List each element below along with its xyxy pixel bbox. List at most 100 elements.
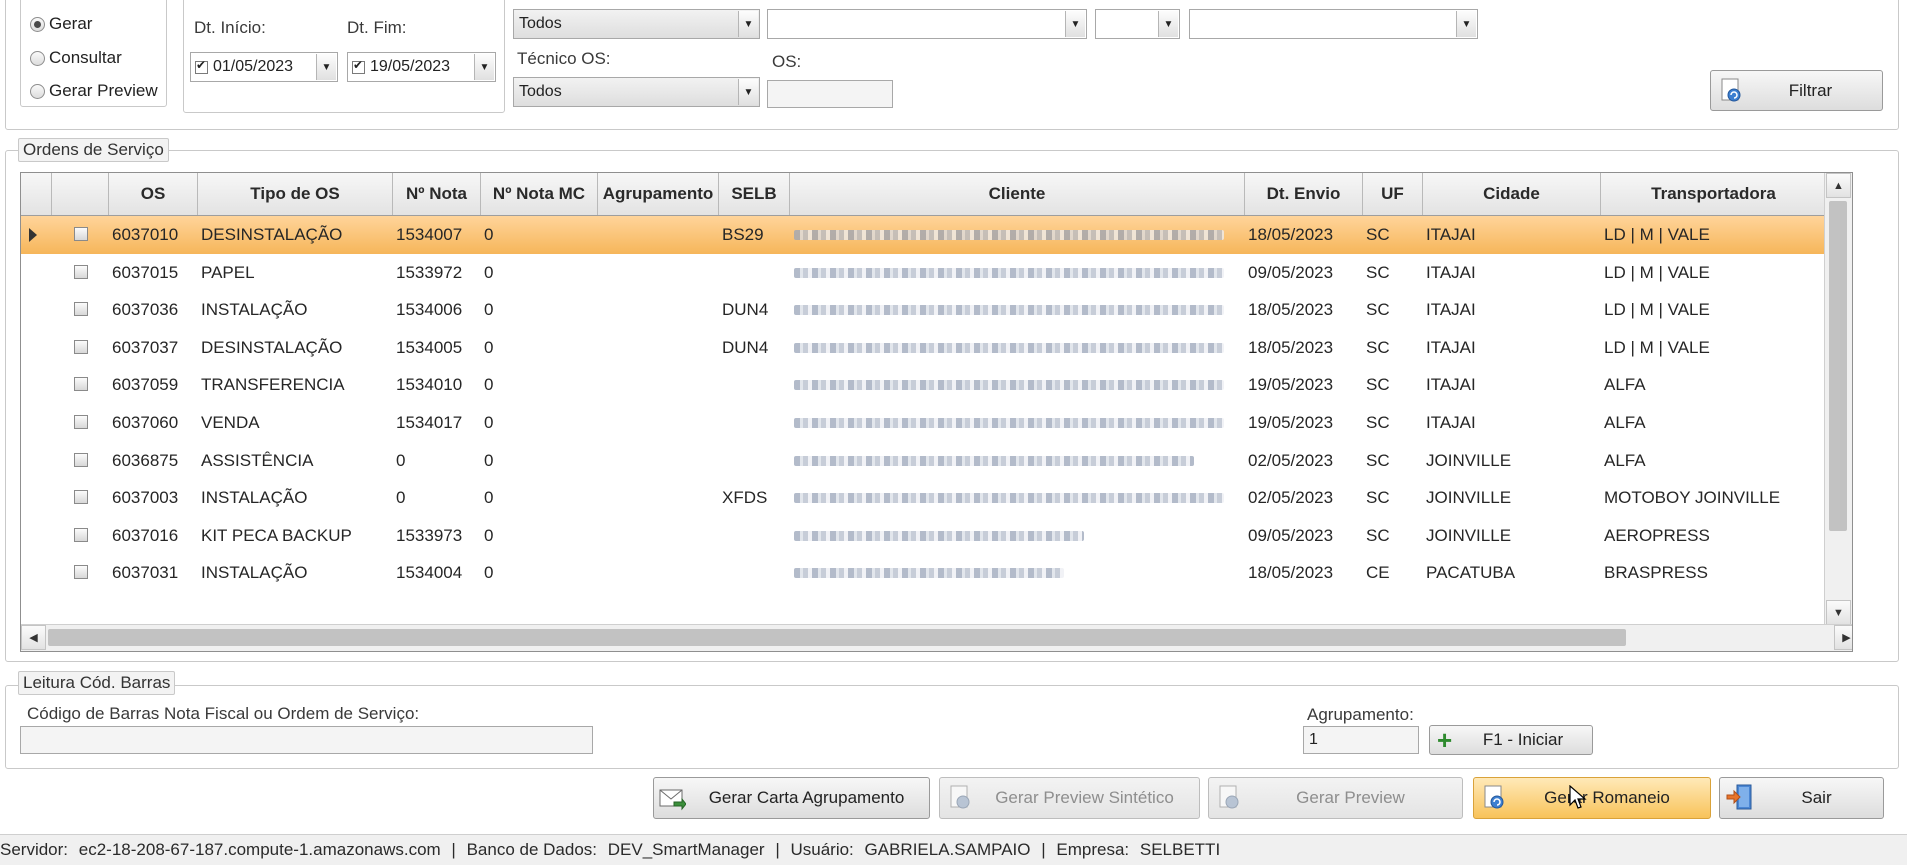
gerar-carta-button[interactable]: Gerar Carta Agrupamento: [653, 777, 930, 819]
row-checkbox[interactable]: [74, 452, 88, 467]
radio-gerar[interactable]: Gerar: [30, 14, 92, 34]
chevron-down-icon[interactable]: ▼: [1456, 11, 1476, 37]
chevron-down-icon[interactable]: ▼: [1158, 11, 1178, 37]
cell-agrup: [598, 254, 719, 292]
cell-transp: LD | M | VALE: [1604, 262, 1710, 282]
end-date-picker[interactable]: 19/05/2023 ▼: [347, 52, 496, 82]
gerar-carta-label: Gerar Carta Agrupamento: [708, 788, 905, 807]
cell-transp: LD | M | FLORIPA: [1601, 592, 1827, 598]
cell-uf: SC: [1366, 525, 1390, 545]
cell-nota-mc: 0: [484, 563, 494, 583]
cell-tipo: DESINSTALAÇÃO: [201, 337, 343, 357]
scroll-up-icon[interactable]: ▲: [1826, 173, 1851, 198]
row-checkbox[interactable]: [74, 339, 88, 354]
table-row[interactable]: 6037015 PAPEL 1533972 0 09/05/2023 SC ITAJAI LD…: [21, 254, 1827, 292]
chevron-down-icon[interactable]: ▼: [738, 11, 758, 37]
start-date-picker[interactable]: 01/05/2023 ▼: [190, 52, 338, 82]
cell-nota: 1534017: [396, 413, 463, 432]
filter-button[interactable]: Filtrar: [1710, 70, 1883, 111]
col-tipo-os[interactable]: Tipo de OS: [198, 173, 393, 215]
cell-nota-mc: 0: [484, 225, 494, 244]
chevron-down-icon[interactable]: ▼: [474, 54, 494, 80]
col-check[interactable]: [52, 173, 109, 215]
filter-combo-2[interactable]: ▼: [767, 9, 1087, 39]
table-row[interactable]: 6037059 TRANSFERENCIA 1534010 0 19/05/2023 SC…: [21, 366, 1827, 404]
cell-cidade: JOINVILLE: [1426, 525, 1512, 545]
table-row[interactable]: 6037060 VENDA 1534017 0 19/05/2023 SC ITAJAI AL…: [21, 404, 1827, 442]
agrupamento-value: 1: [1309, 731, 1318, 748]
cell-nota: 1534005: [396, 337, 463, 357]
tecnico-combo[interactable]: Todos ▼: [513, 77, 760, 107]
chevron-down-icon[interactable]: ▼: [738, 79, 758, 105]
scroll-down-icon[interactable]: ▼: [1826, 600, 1851, 625]
sair-button[interactable]: Sair: [1719, 777, 1884, 819]
chevron-down-icon[interactable]: ▼: [1065, 11, 1085, 37]
table-row[interactable]: 6037016 KIT PECA BACKUP 1533973 0 09/05/2023…: [21, 517, 1827, 555]
table-row[interactable]: 6037037 DESINSTALAÇÃO 1534005 0 DUN4 18/05/20…: [21, 329, 1827, 367]
col-os[interactable]: OS: [109, 173, 198, 215]
col-agrupamento[interactable]: Agrupamento: [598, 173, 719, 215]
cell-dt-envio: 18/05/2023: [1248, 563, 1334, 583]
cell-tipo: INSTALAÇÃO: [201, 488, 308, 508]
h-scroll-thumb[interactable]: [48, 629, 1626, 646]
scroll-left-icon[interactable]: ◀: [21, 625, 46, 650]
start-button[interactable]: + F1 - Iniciar: [1429, 725, 1593, 755]
vertical-scrollbar[interactable]: ▲ ▼: [1824, 173, 1852, 625]
status-bar: Servidor: ec2-18-208-67-187.compute-1.am…: [0, 834, 1907, 865]
row-checkbox[interactable]: [74, 302, 88, 317]
chevron-down-icon[interactable]: ▼: [316, 54, 336, 80]
gerar-romaneio-button[interactable]: Gerar Romaneio: [1473, 777, 1711, 819]
scroll-right-icon[interactable]: ▶: [1834, 625, 1852, 650]
col-cliente[interactable]: Cliente: [790, 173, 1245, 215]
cell-cidade: PACATUBA: [1426, 563, 1516, 583]
row-checkbox[interactable]: [74, 377, 88, 392]
cell-nota-mc: 0: [481, 592, 598, 598]
banco-value: DEV_SmartManager: [607, 840, 765, 859]
start-date-checkbox[interactable]: [195, 58, 208, 74]
banco-label: Banco de Dados:: [466, 840, 597, 859]
cell-nota-mc: 0: [484, 450, 494, 470]
row-checkbox[interactable]: [74, 490, 88, 505]
table-row[interactable]: 6036875 ASSISTÊNCIA 0 0 02/05/2023 SC JOINVILL…: [21, 442, 1827, 480]
cell-agrup: [598, 366, 719, 404]
row-checkbox[interactable]: [74, 527, 88, 542]
table-row[interactable]: 6037003 INSTALAÇÃO 0 0 XFDS 02/05/2023 SC JOINV…: [21, 479, 1827, 517]
scroll-thumb[interactable]: [1829, 201, 1847, 531]
cell-selb: DUN4: [722, 300, 769, 320]
agrupamento-input[interactable]: 1: [1303, 726, 1419, 754]
col-nota[interactable]: Nº Nota: [393, 173, 481, 215]
col-cidade[interactable]: Cidade: [1423, 173, 1601, 215]
col-selb[interactable]: SELB: [719, 173, 790, 215]
col-uf[interactable]: UF: [1363, 173, 1423, 215]
radio-consultar[interactable]: Consultar: [30, 48, 122, 68]
table-row[interactable]: 6037019DESINSTALAÇÃO00OF0918/05/2023SCPA…: [21, 592, 1827, 598]
radio-gerar-preview[interactable]: Gerar Preview: [30, 81, 158, 101]
col-nota-mc[interactable]: Nº Nota MC: [481, 173, 598, 215]
gerar-preview-sintetico-button[interactable]: Gerar Preview Sintético: [939, 777, 1200, 819]
row-checkbox[interactable]: [74, 415, 88, 429]
os-input[interactable]: [767, 80, 893, 108]
table-row[interactable]: 6037010 DESINSTALAÇÃO 1534007 0 BS29 18/05/20…: [21, 216, 1827, 254]
filter-combo-4[interactable]: ▼: [1189, 9, 1478, 39]
col-dt-envio[interactable]: Dt. Envio: [1245, 173, 1363, 215]
row-checkbox[interactable]: [74, 264, 88, 279]
horizontal-scrollbar[interactable]: ◀ ▶: [21, 624, 1852, 651]
cell-uf: CE: [1366, 563, 1390, 583]
gerar-preview-button[interactable]: Gerar Preview: [1208, 777, 1463, 819]
barcode-input[interactable]: [20, 726, 593, 754]
cell-selb: [719, 404, 790, 442]
row-checkbox[interactable]: [74, 227, 88, 241]
col-transportadora[interactable]: Transportadora: [1601, 173, 1827, 215]
cell-dt-envio: 18/05/2023: [1248, 337, 1334, 357]
table-row[interactable]: 6037031 INSTALAÇÃO 1534004 0 18/05/2023 CE PAC…: [21, 554, 1827, 592]
row-checkbox[interactable]: [74, 565, 88, 580]
cell-dt-envio: 18/05/2023: [1248, 225, 1334, 244]
cell-dt-envio: 18/05/2023: [1245, 592, 1363, 598]
radio-label: Gerar Preview: [49, 81, 158, 100]
refresh-doc-icon: [950, 785, 970, 809]
filter-combo-1[interactable]: Todos ▼: [513, 9, 760, 39]
cell-transp: ALFA: [1604, 375, 1646, 395]
end-date-checkbox[interactable]: [352, 58, 365, 74]
table-row[interactable]: 6037036 INSTALAÇÃO 1534006 0 DUN4 18/05/2023 S…: [21, 291, 1827, 329]
filter-combo-3[interactable]: ▼: [1095, 9, 1180, 39]
